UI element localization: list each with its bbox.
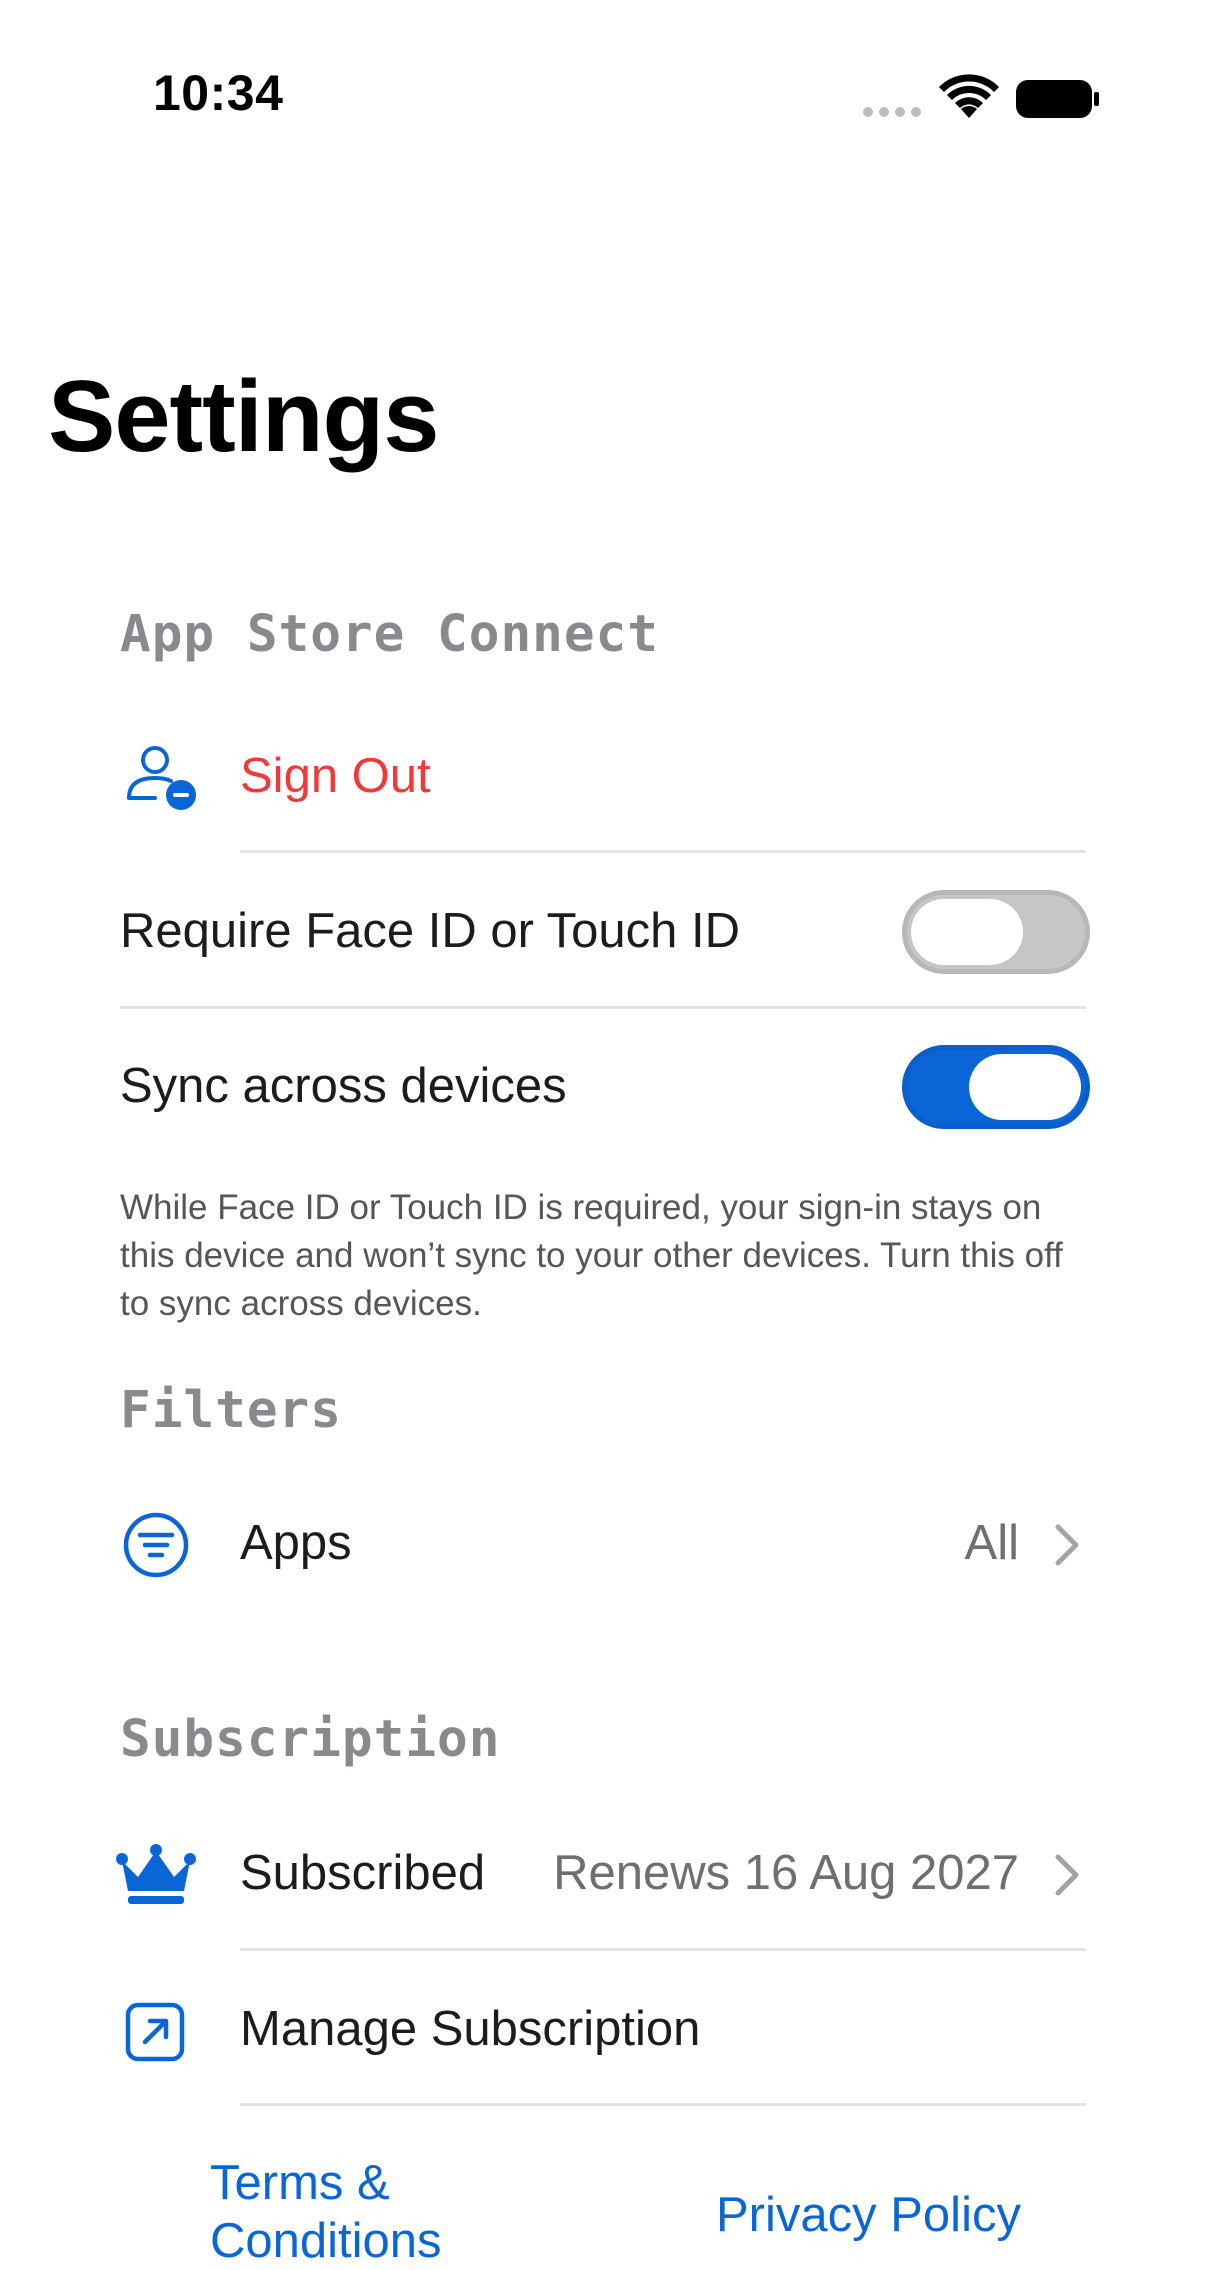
- toggle-knob: [969, 1054, 1081, 1120]
- wifi-icon: [939, 74, 999, 118]
- subscribed-row[interactable]: Subscribed Renews 16 Aug 2027: [0, 1815, 1206, 1935]
- require-face-id-label: Require Face ID or Touch ID: [120, 904, 741, 958]
- page-title: Settings: [48, 361, 439, 473]
- section-header-filters: Filters: [120, 1381, 342, 1440]
- apps-label: Apps: [240, 1516, 352, 1570]
- section-header-app-store-connect: App Store Connect: [120, 605, 659, 664]
- crown-icon: [114, 1843, 198, 1907]
- separator: [120, 1006, 1086, 1009]
- filter-list-icon: [122, 1511, 190, 1579]
- sync-devices-label: Sync across devices: [120, 1059, 567, 1113]
- person-minus-icon: [124, 740, 200, 816]
- sign-out-row[interactable]: Sign Out: [0, 718, 1206, 838]
- chevron-right-icon: [1048, 1845, 1088, 1905]
- status-time: 10:34: [153, 65, 284, 121]
- chevron-right-icon: [1048, 1515, 1088, 1575]
- sync-footnote: While Face ID or Touch ID is required, y…: [120, 1188, 1063, 1323]
- sync-devices-toggle[interactable]: [902, 1045, 1090, 1129]
- separator: [240, 2103, 1086, 2106]
- apps-filter-row[interactable]: Apps All: [0, 1485, 1206, 1605]
- privacy-policy-link[interactable]: Privacy Policy: [716, 2186, 1021, 2244]
- status-icons: [860, 74, 1100, 124]
- manage-subscription-row[interactable]: Manage Subscription: [0, 1971, 1206, 2091]
- apps-value: All: [964, 1516, 1019, 1570]
- signal-dots-icon: [863, 107, 921, 117]
- require-face-id-toggle[interactable]: [902, 890, 1090, 974]
- manage-subscription-label: Manage Subscription: [240, 2002, 701, 2056]
- toggle-knob: [911, 899, 1023, 965]
- separator: [240, 1948, 1086, 1951]
- sync-devices-row: Sync across devices: [0, 1028, 1206, 1148]
- battery-icon: [1016, 80, 1099, 118]
- separator: [240, 850, 1086, 853]
- external-link-square-icon: [124, 2001, 186, 2063]
- section-header-subscription: Subscription: [120, 1710, 501, 1769]
- terms-link[interactable]: Terms & Conditions: [210, 2154, 510, 2270]
- require-face-id-row: Require Face ID or Touch ID: [0, 873, 1206, 993]
- subscription-renewal-value: Renews 16 Aug 2027: [553, 1846, 1019, 1900]
- subscribed-label: Subscribed: [240, 1846, 486, 1900]
- sign-out-label: Sign Out: [240, 749, 431, 803]
